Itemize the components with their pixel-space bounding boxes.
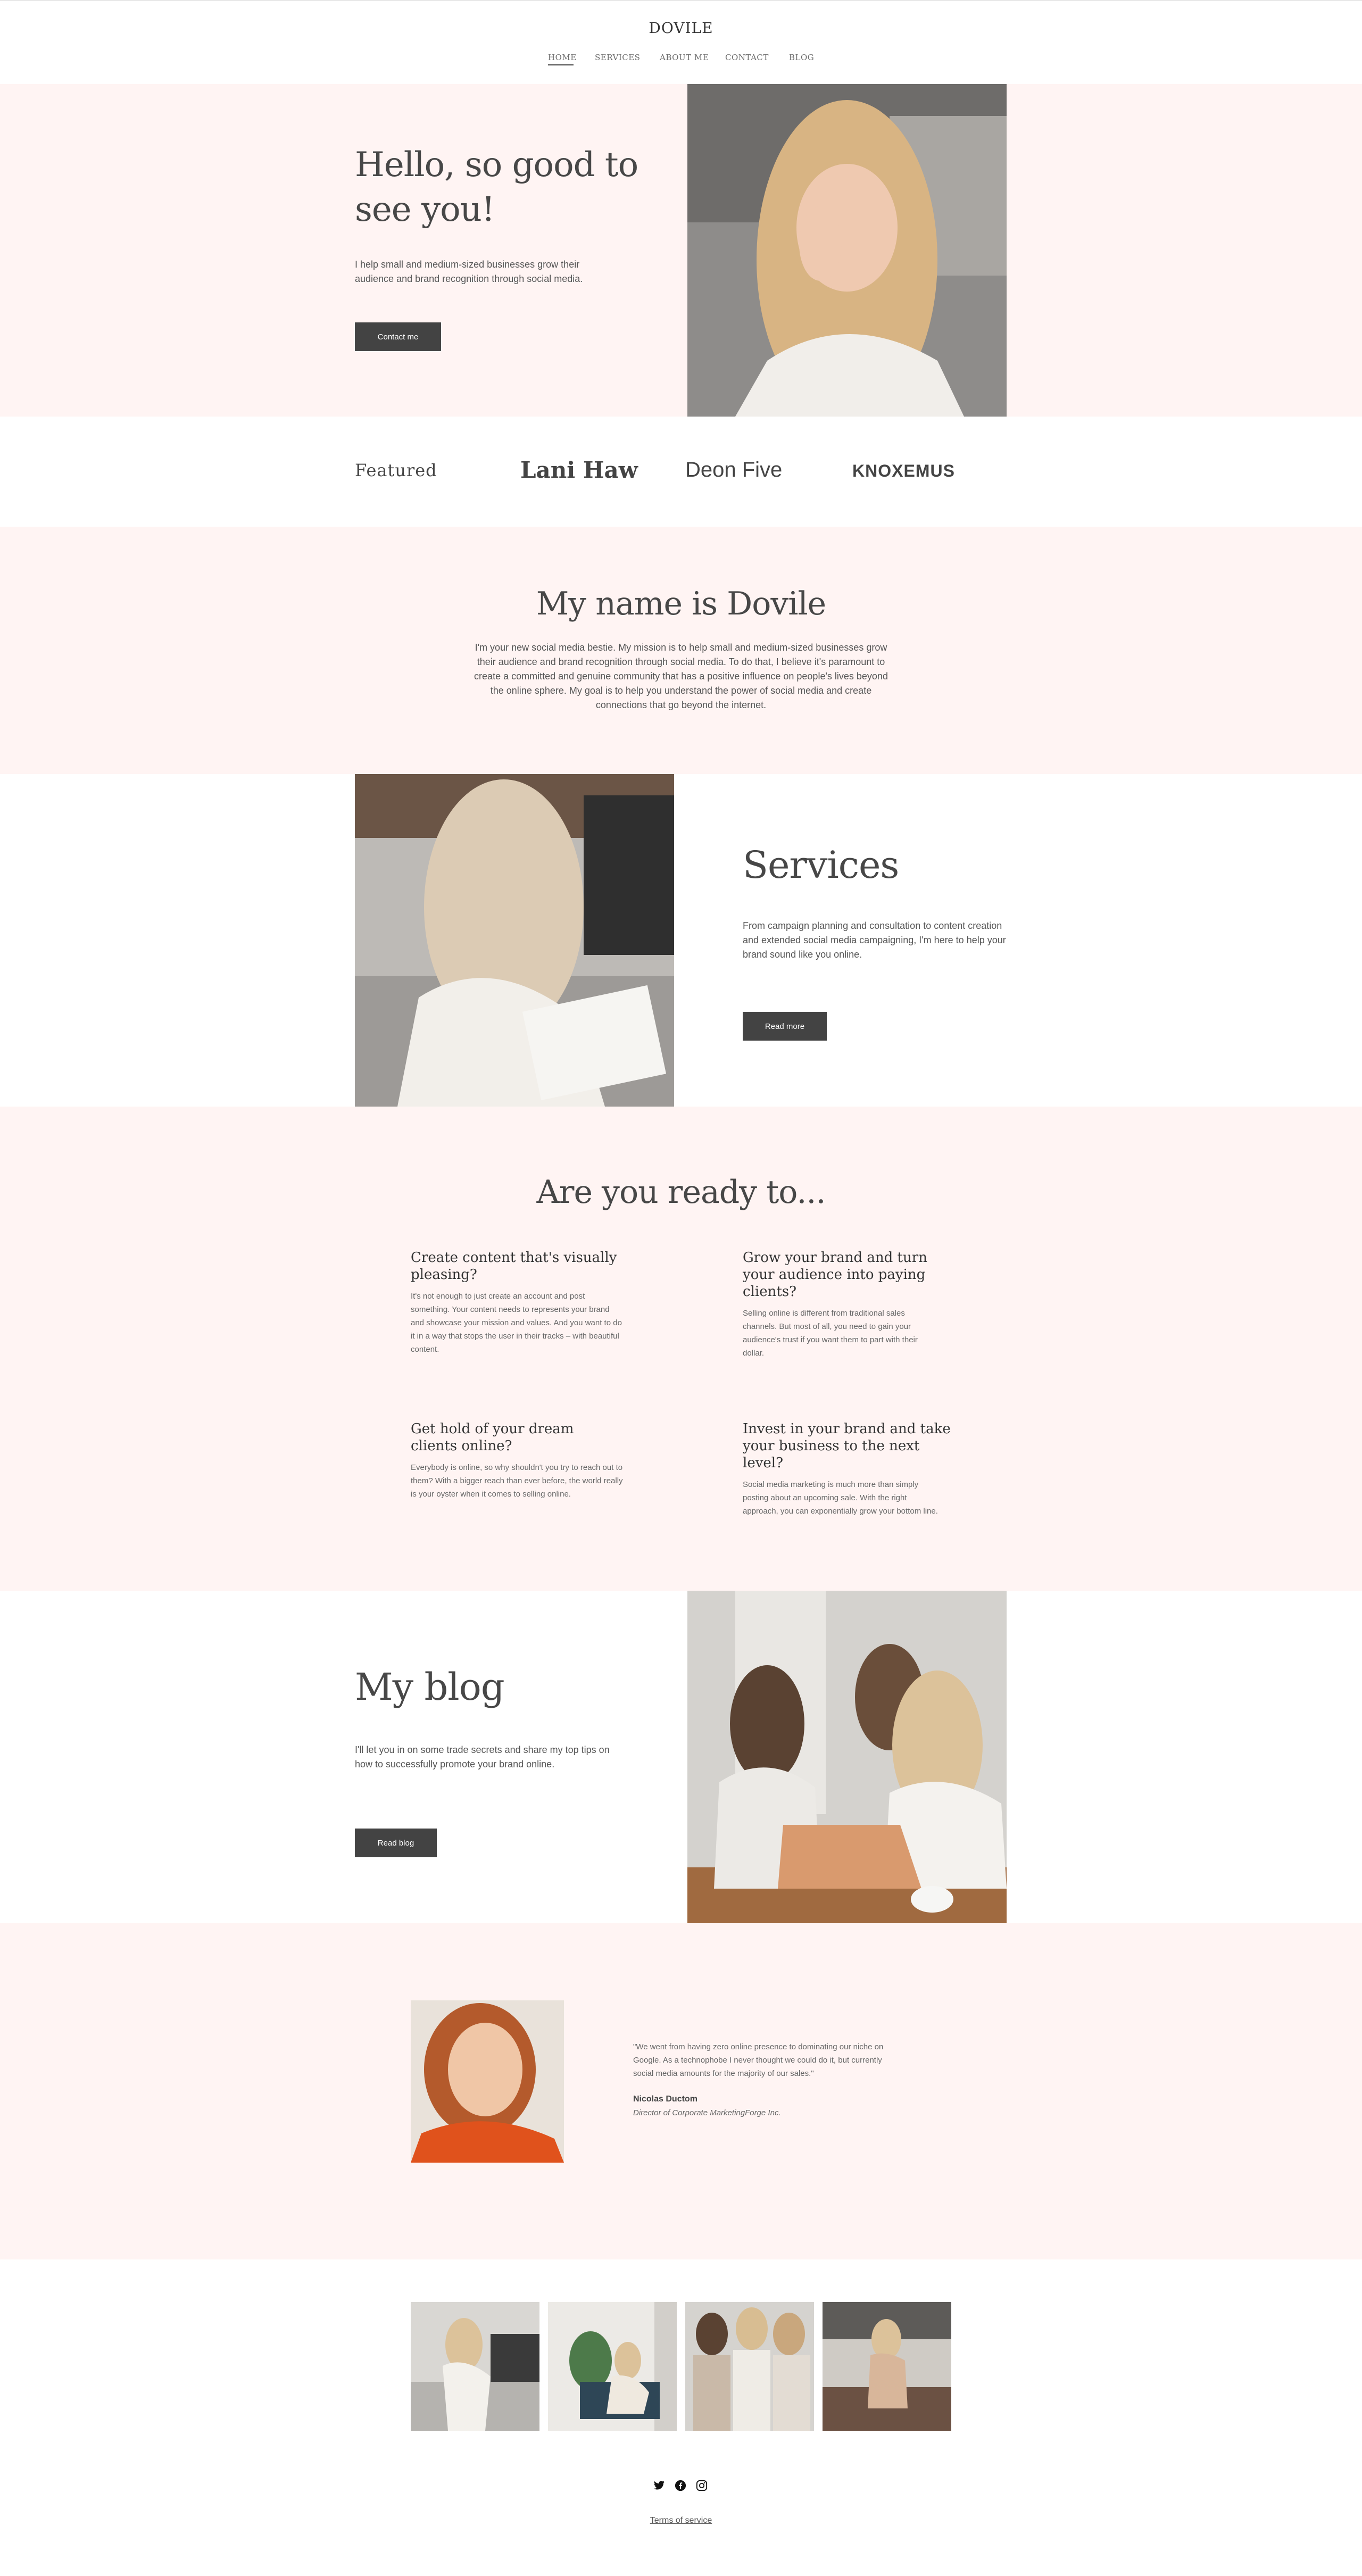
services-section: Services From campaign planning and cons… [0, 774, 1362, 1107]
hero-text: I help small and medium-sized businesses… [355, 259, 583, 284]
hero-title-line2: see you! [355, 190, 495, 229]
nav-home[interactable]: HOME [548, 53, 577, 62]
featured-logo-knoxemus: KNOXEMUS [852, 461, 955, 480]
services-title: Services [743, 843, 899, 887]
about-title: My name is Dovile [536, 585, 826, 622]
about-text: I'm your new social media bestie. My mis… [474, 642, 888, 710]
ready-item-text: Everybody is online, so why shouldn't yo… [411, 1463, 623, 1499]
featured-logo-lani-haw: Lani Haw [520, 457, 638, 483]
ready-title: Are you ready to... [536, 1174, 826, 1211]
ready-item-title: Grow your brand and turn your audience i… [743, 1250, 927, 1300]
gallery-photo-group[interactable] [685, 2302, 814, 2431]
read-more-button[interactable]: Read more [743, 1012, 827, 1041]
hero-title-line1: Hello, so good to [355, 145, 638, 185]
instagram-icon[interactable] [696, 2480, 708, 2491]
ready-item: Get hold of your dream clients online? E… [411, 1420, 624, 1501]
ready-item: Create content that's visually pleasing?… [411, 1249, 624, 1356]
services-woman-writing-photo [355, 774, 674, 1107]
hero-portrait-photo [687, 84, 1007, 417]
featured-section: Featured Lani Haw Deon Five KNOXEMUS [0, 417, 1362, 527]
site-header: DOVILE HOME SERVICES ABOUT ME CONTACT BL… [0, 0, 1362, 85]
brand-logo[interactable]: DOVILE [0, 19, 1362, 37]
read-blog-button[interactable]: Read blog [355, 1829, 437, 1857]
nav-services[interactable]: SERVICES [595, 53, 640, 62]
terms-of-service-link[interactable]: Terms of service [0, 2516, 1362, 2525]
facebook-icon[interactable] [675, 2480, 686, 2491]
blog-section: My blog I'll let you in on some trade se… [0, 1591, 1362, 1923]
gallery-photo-kitchen[interactable] [823, 2302, 951, 2431]
about-section: My name is Dovile I'm your new social me… [0, 527, 1362, 774]
testimonial-name: Nicolas Ductom [633, 2095, 697, 2104]
ready-item-title: Create content that's visually pleasing? [411, 1250, 617, 1283]
ready-item-text: Selling online is different from traditi… [743, 1309, 918, 1358]
testimonial-section: "We went from having zero online presenc… [0, 1923, 1362, 2259]
services-text: From campaign planning and consultation … [743, 920, 1006, 960]
featured-label: Featured [355, 460, 437, 480]
footer-section: Terms of service [0, 2259, 1362, 2576]
blog-women-laptop-photo [687, 1591, 1007, 1923]
ready-item-text: It's not enough to just create an accoun… [411, 1292, 622, 1354]
hero-title: Hello, so good to see you! [355, 143, 638, 232]
nav-about-me[interactable]: ABOUT ME [660, 53, 709, 62]
ready-item: Invest in your brand and take your busin… [743, 1420, 956, 1518]
ready-section: Are you ready to... Create content that'… [0, 1107, 1362, 1591]
gallery-photo-reading[interactable] [411, 2302, 539, 2431]
ready-item: Grow your brand and turn your audience i… [743, 1249, 956, 1360]
ready-item-title: Get hold of your dream clients online? [411, 1421, 574, 1454]
gallery-photo-chair[interactable] [548, 2302, 677, 2431]
blog-title: My blog [355, 1665, 505, 1709]
featured-logo-deon-five: Deon Five [685, 458, 783, 481]
ready-item-text: Social media marketing is much more than… [743, 1480, 938, 1516]
social-icons [653, 2480, 709, 2494]
twitter-icon[interactable] [653, 2480, 665, 2491]
nav-active-underline [548, 64, 574, 65]
blog-text: I'll let you in on some trade secrets an… [355, 1744, 610, 1769]
testimonial-quote: "We went from having zero online presenc… [633, 2042, 884, 2078]
contact-me-button[interactable]: Contact me [355, 322, 441, 351]
testimonial-avatar-photo [411, 2000, 564, 2163]
testimonial-role: Director of Corporate MarketingForge Inc… [633, 2108, 781, 2117]
hero-section: Hello, so good to see you! I help small … [0, 84, 1362, 417]
nav-blog[interactable]: BLOG [789, 53, 814, 62]
nav-contact[interactable]: CONTACT [725, 53, 769, 62]
ready-item-title: Invest in your brand and take your busin… [743, 1421, 951, 1471]
